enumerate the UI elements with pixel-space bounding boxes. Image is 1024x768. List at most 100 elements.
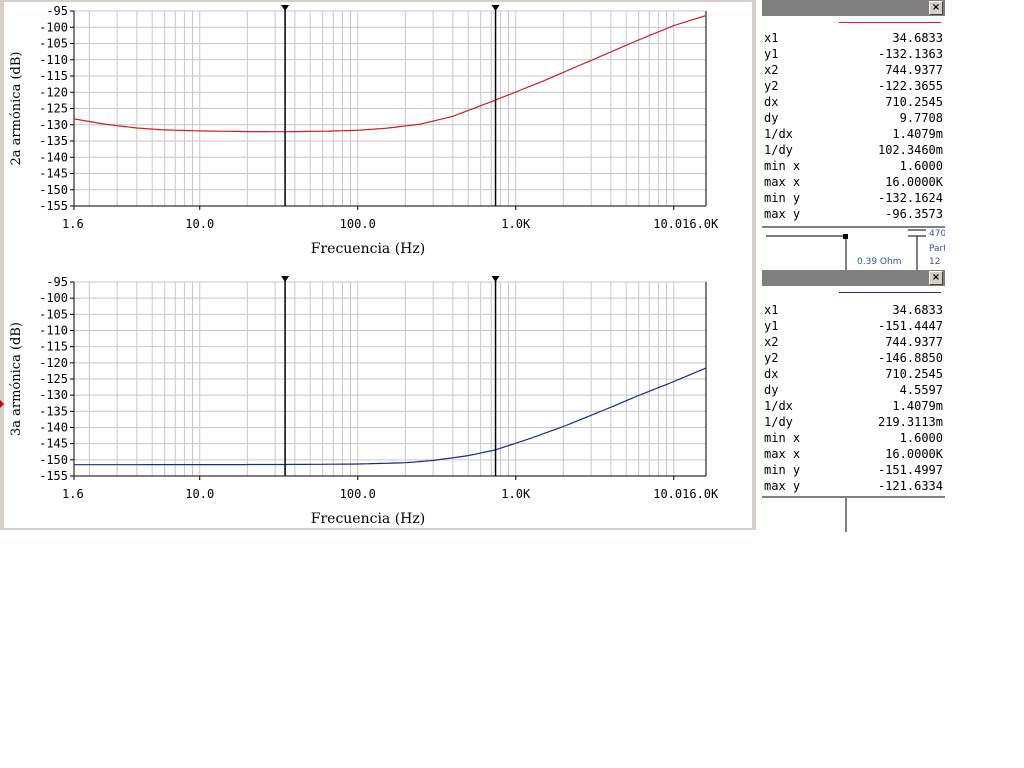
readout-row: 1/dx 1.4079m: [762, 126, 945, 142]
readout-row: 1/dy 102.3460m: [762, 142, 945, 158]
y-tick-label: -155: [39, 469, 68, 483]
y-tick-label: -150: [39, 453, 68, 467]
plot-window: -95 -100 -105 -110 -115 -120 -125 -130 -135 -140 -…: [0, 0, 756, 530]
readout-row: max x 16.0000K: [762, 174, 945, 190]
readout-row: min y -151.4997: [762, 462, 945, 478]
readout-value: -151.4997: [877, 463, 943, 477]
y-tick-label: -105: [39, 307, 68, 321]
x-tick-label: 1.6: [62, 487, 84, 501]
x-tick-label: 1.0K: [501, 217, 531, 231]
plot-area[interactable]: -95 -100 -105 -110 -115 -120 -125 -130 -135 -140 -…: [0, 0, 756, 530]
readout-label: x2: [764, 335, 779, 349]
readout-label: max y: [764, 479, 801, 493]
x-tick-label: 10.016.0K: [653, 487, 719, 501]
schematic-preview-lower: [762, 496, 945, 532]
readout-value: 744.9377: [885, 63, 943, 77]
readout-label: min x: [764, 159, 801, 173]
readout-value: 9.7708: [899, 111, 943, 125]
y-tick-label: -150: [39, 183, 68, 197]
x-tick-label: 1.6: [62, 217, 84, 231]
readout-value: 710.2545: [885, 367, 943, 381]
panel-body: x1 34.6833 y1 -132.1363 x2 744.9377 y2 -122.365…: [762, 16, 945, 226]
x-axis-label: Frecuencia (Hz): [311, 241, 425, 257]
schematic-drawing: [766, 229, 926, 270]
x-tick-label: 100.0: [340, 217, 376, 231]
readout-label: y1: [764, 319, 779, 333]
readout-label: y1: [764, 47, 779, 61]
readout-row: max y -96.3573: [762, 206, 945, 222]
readout-value: -122.3655: [877, 79, 943, 93]
y-tick-label: -135: [39, 404, 68, 418]
readout-row: dx 710.2545: [762, 366, 945, 382]
readout-value: 102.3460m: [877, 143, 943, 157]
readout-row: dy 4.5597: [762, 382, 945, 398]
left-edge-marker: [0, 400, 4, 408]
readout-row: max y -121.6334: [762, 478, 945, 494]
y-tick-label: -110: [39, 324, 68, 338]
readout-row: dx 710.2545: [762, 94, 945, 110]
readout-row: y1 -132.1363: [762, 46, 945, 62]
schematic-preview: 0.39 Ohm 470 Part 12: [762, 226, 945, 270]
readout-value: -132.1624: [877, 191, 943, 205]
readout-row: x1 34.6833: [762, 30, 945, 46]
y-tick-label: -120: [39, 85, 68, 99]
readout-label: y2: [764, 79, 779, 93]
y-tick-label: -130: [39, 118, 68, 132]
close-button[interactable]: ×: [929, 271, 943, 285]
readout-value: 219.3113m: [877, 415, 943, 429]
readout-label: x2: [764, 63, 779, 77]
readout-label: dy: [764, 111, 779, 125]
y-tick-label: -100: [39, 291, 68, 305]
x-tick-label: 1.0K: [501, 487, 531, 501]
y-tick-label: -100: [39, 20, 68, 34]
readout-row: x2 744.9377: [762, 62, 945, 78]
y-tick-label: -95: [46, 4, 68, 18]
y-tick-label: -135: [39, 134, 68, 148]
readout-value: 34.6833: [892, 303, 943, 317]
y-tick-label: -140: [39, 150, 68, 164]
readout-label: min y: [764, 463, 801, 477]
readout-label: x1: [764, 303, 779, 317]
x-tick-label: 10.0: [185, 217, 214, 231]
panel-title-bar[interactable]: ×: [762, 0, 945, 16]
readout-label: dx: [764, 95, 779, 109]
readout-value: 710.2545: [885, 95, 943, 109]
readout-row: x2 744.9377: [762, 334, 945, 350]
y-tick-label: -125: [39, 102, 68, 116]
y-tick-label: -145: [39, 167, 68, 181]
trace-legend-line: [839, 22, 941, 23]
readout-row: y2 -146.8850: [762, 350, 945, 366]
close-button[interactable]: ×: [929, 1, 943, 15]
readout-label: y2: [764, 351, 779, 365]
readout-row: max x 16.0000K: [762, 446, 945, 462]
part-label: Part: [929, 244, 945, 254]
readout-label: x1: [764, 31, 779, 45]
readout-label: dy: [764, 383, 779, 397]
readout-value: 744.9377: [885, 335, 943, 349]
readout-value: -96.3573: [885, 207, 943, 221]
readout-row: y2 -122.3655: [762, 78, 945, 94]
readout-value: 1.6000: [899, 431, 943, 445]
readout-row: min x 1.6000: [762, 430, 945, 446]
readout-row: 1/dy 219.3113m: [762, 414, 945, 430]
panel-title-bar[interactable]: ×: [762, 270, 945, 286]
y-tick-label: -110: [39, 53, 68, 67]
x-tick-label: 10.0: [185, 487, 214, 501]
readout-label: dx: [764, 367, 779, 381]
readout-row: y1 -151.4447: [762, 318, 945, 334]
readout-row: min x 1.6000: [762, 158, 945, 174]
readout-label: max y: [764, 207, 801, 221]
readout-label: 1/dx: [764, 127, 793, 141]
readout-row: x1 34.6833: [762, 302, 945, 318]
readout-value: -151.4447: [877, 319, 943, 333]
readout-value: -146.8850: [877, 351, 943, 365]
plot-canvas: [4, 2, 752, 528]
x-tick-label: 100.0: [340, 487, 376, 501]
node-dot: [843, 234, 848, 239]
y-tick-label: -145: [39, 437, 68, 451]
readout-value: 16.0000K: [885, 175, 943, 189]
readout-value: 1.6000: [899, 159, 943, 173]
readout-value: 16.0000K: [885, 447, 943, 461]
x-axis-label: Frecuencia (Hz): [311, 511, 425, 527]
readout-label: min x: [764, 431, 801, 445]
